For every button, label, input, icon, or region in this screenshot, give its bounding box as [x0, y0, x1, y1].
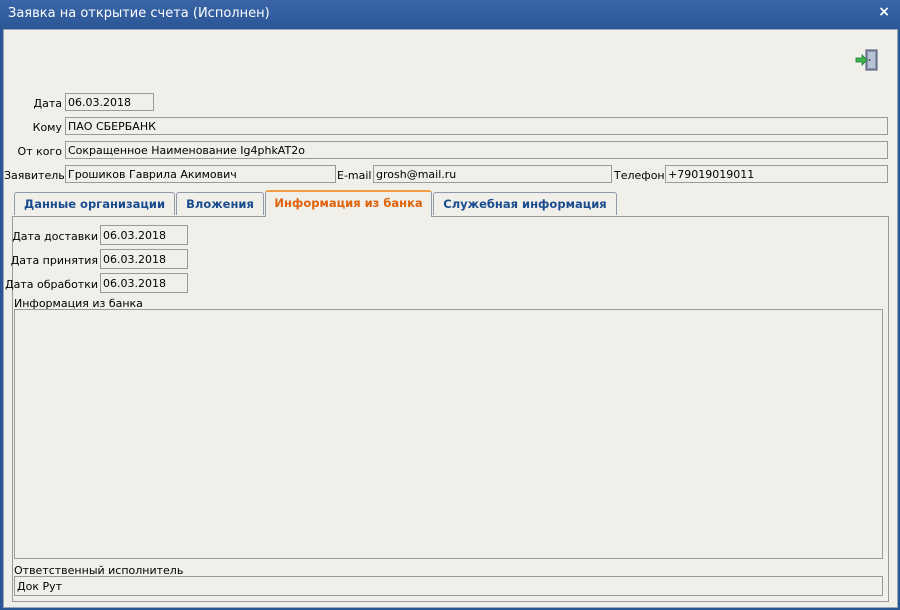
phone-label: Телефон: [614, 169, 665, 182]
tab-organization-data[interactable]: Данные организации: [14, 192, 175, 215]
delivery-date-field[interactable]: 06.03.2018: [100, 225, 188, 245]
executor-field[interactable]: Док Рут: [14, 576, 883, 596]
to-field[interactable]: ПАО СБЕРБАНК: [65, 117, 888, 135]
phone-field[interactable]: +79019019011: [665, 165, 888, 183]
tab-bank-information[interactable]: Информация из банка: [265, 190, 432, 217]
tab-service-information[interactable]: Служебная информация: [433, 192, 617, 215]
from-field[interactable]: Сокращенное Наименование Ig4phkAT2o: [65, 141, 888, 159]
accepted-date-label: Дата принятия: [10, 254, 98, 267]
dialog-body: Дата 06.03.2018 Кому ПАО СБЕРБАНК От ког…: [3, 29, 898, 608]
date-field[interactable]: 06.03.2018: [65, 93, 154, 111]
to-label: Кому: [32, 121, 62, 134]
accepted-date-field[interactable]: 06.03.2018: [100, 249, 188, 269]
close-button[interactable]: ×: [878, 4, 890, 20]
dialog-window: Заявка на открытие счета (Исполнен) × Да…: [0, 0, 900, 610]
processed-date-field[interactable]: 06.03.2018: [100, 273, 188, 293]
delivery-date-label: Дата доставки: [12, 230, 98, 243]
email-label: E-mail: [337, 169, 372, 182]
tab-attachments[interactable]: Вложения: [176, 192, 264, 215]
processed-date-label: Дата обработки: [5, 278, 98, 291]
bank-info-textarea[interactable]: [14, 309, 883, 559]
applicant-label: Заявитель: [4, 169, 65, 182]
window-title: Заявка на открытие счета (Исполнен): [8, 6, 270, 21]
applicant-field[interactable]: Грошиков Гаврила Акимович: [65, 165, 336, 183]
title-bar[interactable]: Заявка на открытие счета (Исполнен) ×: [0, 0, 900, 28]
from-label: От кого: [17, 145, 62, 158]
exit-door-icon[interactable]: [855, 49, 879, 71]
email-field[interactable]: grosh@mail.ru: [373, 165, 612, 183]
date-label: Дата: [33, 97, 62, 110]
